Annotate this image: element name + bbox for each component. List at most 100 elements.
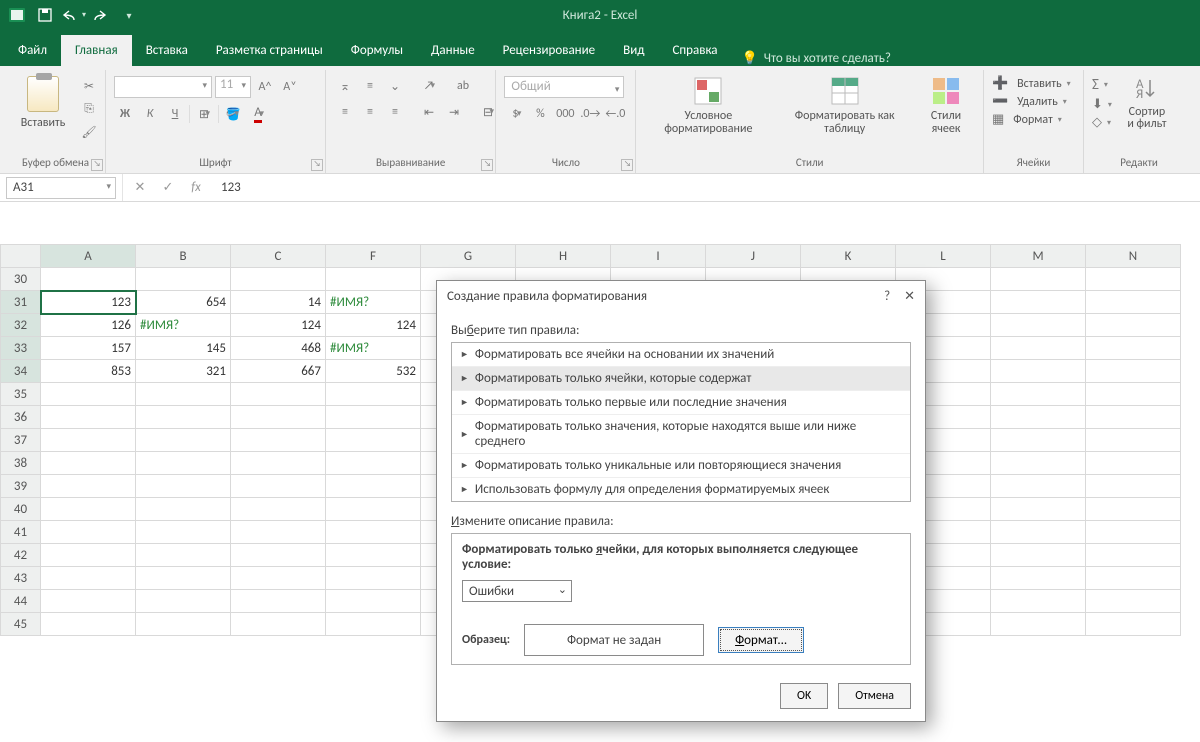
cell[interactable]	[1086, 291, 1181, 314]
rule-type-item[interactable]: ►Использовать формулу для определения фо…	[452, 478, 910, 501]
close-button[interactable]: ✕	[904, 289, 915, 304]
column-header[interactable]: M	[991, 245, 1086, 268]
underline-button[interactable]: Ч	[164, 104, 186, 124]
bold-button[interactable]: Ж	[114, 104, 136, 124]
increase-font-button[interactable]: A^	[254, 77, 276, 97]
tab-insert[interactable]: Вставка	[132, 35, 202, 66]
cell[interactable]	[136, 590, 231, 613]
decrease-font-button[interactable]: A˅	[279, 77, 301, 97]
cell[interactable]	[326, 521, 421, 544]
row-header[interactable]: 32	[1, 314, 41, 337]
cell[interactable]: 853	[41, 360, 136, 383]
rule-type-item[interactable]: ►Форматировать только значения, которые …	[452, 415, 910, 454]
cell[interactable]	[41, 475, 136, 498]
cell[interactable]	[231, 544, 326, 567]
format-cells-button[interactable]: ▦ Формат▾	[992, 112, 1062, 127]
paste-button[interactable]: Вставить	[14, 76, 72, 130]
cell[interactable]: 145	[136, 337, 231, 360]
cell[interactable]	[1086, 567, 1181, 590]
dialog-launcher-icon[interactable]: ↘	[481, 159, 493, 171]
save-button[interactable]	[32, 3, 58, 27]
copy-button[interactable]: ⎘	[78, 99, 100, 119]
dialog-launcher-icon[interactable]: ↘	[91, 159, 103, 171]
cell[interactable]	[991, 590, 1086, 613]
sort-filter-button[interactable]: AЯ Сортир и фильт	[1118, 76, 1176, 130]
column-header[interactable]: K	[801, 245, 896, 268]
cell[interactable]	[231, 498, 326, 521]
align-top-button[interactable]: ⌅	[334, 76, 356, 96]
orientation-button[interactable]: ↗	[418, 76, 440, 96]
rule-type-item[interactable]: ►Форматировать все ячейки на основании и…	[452, 343, 910, 367]
cell[interactable]	[326, 544, 421, 567]
tab-formulas[interactable]: Формулы	[337, 35, 417, 66]
cell[interactable]: 532	[326, 360, 421, 383]
cell[interactable]	[231, 383, 326, 406]
cell[interactable]	[41, 590, 136, 613]
cell[interactable]	[41, 383, 136, 406]
undo-button[interactable]: ▾	[60, 3, 86, 27]
tab-data[interactable]: Данные	[417, 35, 489, 66]
cell[interactable]: 124	[231, 314, 326, 337]
align-bottom-button[interactable]: ⌄	[384, 76, 406, 96]
format-button[interactable]: Формат...	[718, 627, 804, 653]
cell[interactable]	[1086, 360, 1181, 383]
tab-home[interactable]: Главная	[61, 35, 132, 66]
column-header[interactable]: F	[326, 245, 421, 268]
tab-view[interactable]: Вид	[609, 35, 658, 66]
cell[interactable]	[41, 613, 136, 636]
row-header[interactable]: 37	[1, 429, 41, 452]
cell[interactable]	[991, 613, 1086, 636]
dialog-launcher-icon[interactable]: ↘	[311, 159, 323, 171]
cancel-button[interactable]: Отмена	[838, 683, 911, 709]
cell[interactable]	[991, 544, 1086, 567]
rule-type-item[interactable]: ►Форматировать только уникальные или пов…	[452, 454, 910, 478]
cell[interactable]: 468	[231, 337, 326, 360]
cell[interactable]	[1086, 314, 1181, 337]
format-as-table-button[interactable]: Форматировать как таблицу	[778, 76, 911, 136]
cell[interactable]	[136, 452, 231, 475]
format-painter-button[interactable]: 🖌	[78, 122, 100, 142]
cell[interactable]	[1086, 452, 1181, 475]
cell[interactable]	[1086, 406, 1181, 429]
autosum-button[interactable]: Σ▾	[1092, 76, 1112, 94]
wrap-text-button[interactable]: ab	[452, 76, 474, 96]
cell[interactable]: #ИМЯ?	[326, 291, 421, 314]
cell[interactable]	[1086, 475, 1181, 498]
cell[interactable]: #ИМЯ?	[136, 314, 231, 337]
row-header[interactable]: 35	[1, 383, 41, 406]
align-middle-button[interactable]: ≡	[359, 76, 381, 96]
cell[interactable]	[231, 452, 326, 475]
cell[interactable]	[1086, 268, 1181, 291]
clear-button[interactable]: ◇▾	[1092, 115, 1112, 130]
cell[interactable]	[326, 590, 421, 613]
cell[interactable]	[991, 429, 1086, 452]
enter-formula-button[interactable]: ✓	[159, 180, 177, 195]
cell[interactable]	[136, 498, 231, 521]
italic-button[interactable]: К	[139, 104, 161, 124]
cell[interactable]: 14	[231, 291, 326, 314]
formula-input[interactable]: 123	[215, 180, 241, 195]
column-header[interactable]: B	[136, 245, 231, 268]
cell[interactable]	[41, 452, 136, 475]
cell[interactable]	[991, 337, 1086, 360]
column-header[interactable]: G	[421, 245, 516, 268]
cell[interactable]	[136, 544, 231, 567]
tab-review[interactable]: Рецензирование	[489, 35, 609, 66]
cell[interactable]	[991, 475, 1086, 498]
cell[interactable]: 654	[136, 291, 231, 314]
row-header[interactable]: 42	[1, 544, 41, 567]
cell[interactable]	[326, 567, 421, 590]
cell[interactable]	[1086, 498, 1181, 521]
rule-type-item[interactable]: ►Форматировать только ячейки, которые со…	[452, 367, 910, 391]
delete-cells-button[interactable]: ➖ Удалить▾	[992, 94, 1067, 109]
accounting-format-button[interactable]: $	[504, 104, 526, 124]
row-header[interactable]: 36	[1, 406, 41, 429]
column-header[interactable]: A	[41, 245, 136, 268]
fill-color-button[interactable]: 🪣	[222, 104, 244, 124]
cell[interactable]: 126	[41, 314, 136, 337]
cell[interactable]	[136, 567, 231, 590]
font-color-button[interactable]: A	[247, 104, 269, 124]
cell[interactable]	[1086, 429, 1181, 452]
cancel-formula-button[interactable]: ✕	[131, 180, 149, 195]
row-header[interactable]: 38	[1, 452, 41, 475]
